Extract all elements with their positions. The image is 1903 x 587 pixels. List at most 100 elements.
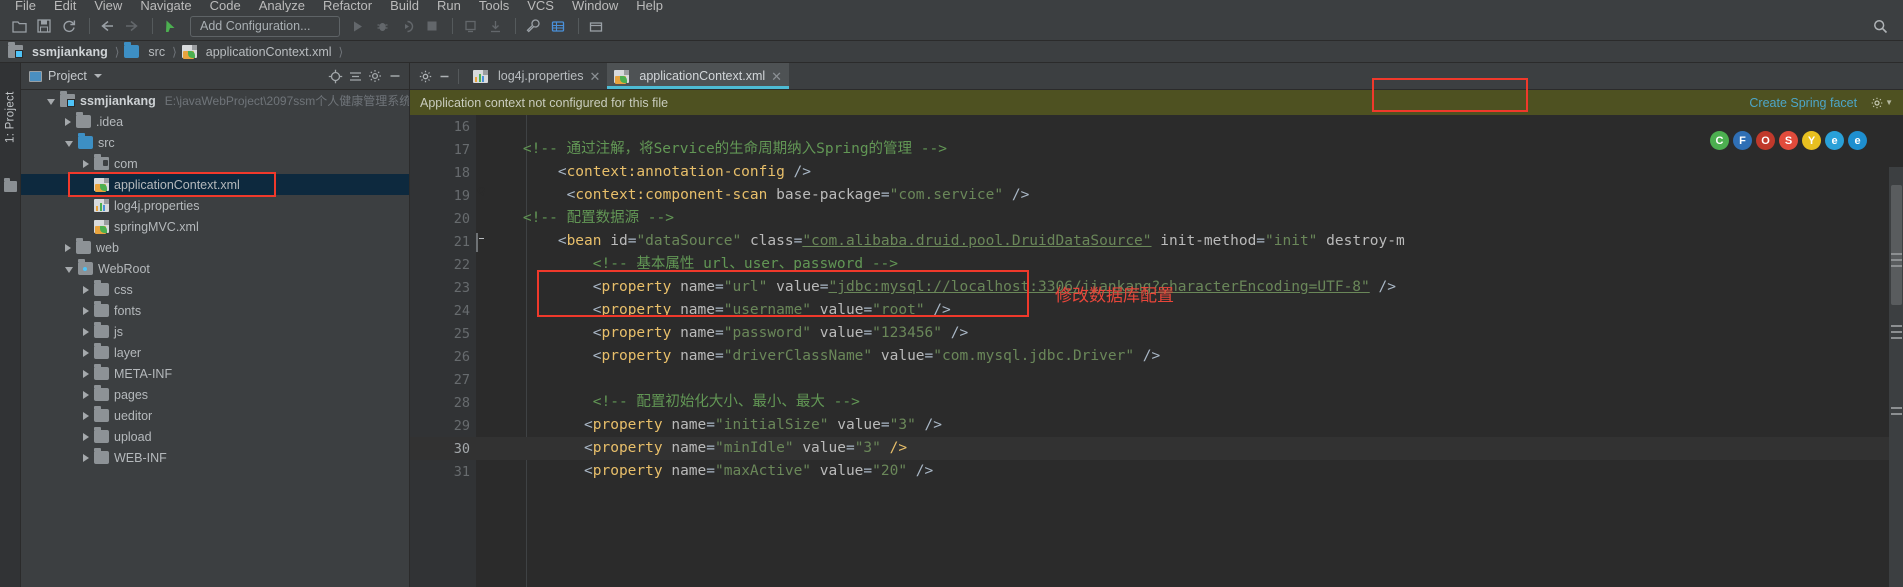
menu-item-refactor[interactable]: Refactor bbox=[314, 0, 381, 12]
chevron-collapsed-icon[interactable] bbox=[65, 117, 71, 126]
menu-item-window[interactable]: Window bbox=[563, 0, 627, 12]
browser-preview-toolbar[interactable]: C F O S Y e e bbox=[1710, 131, 1867, 150]
search-icon[interactable] bbox=[1869, 15, 1891, 37]
tree-row-fonts[interactable]: fonts bbox=[21, 300, 409, 321]
tree-row-idea[interactable]: .idea bbox=[21, 111, 409, 132]
menu-item-code[interactable]: Code bbox=[201, 0, 250, 12]
opera-icon[interactable]: O bbox=[1756, 131, 1775, 150]
chevron-collapsed-icon[interactable] bbox=[83, 159, 89, 168]
breadcrumb-item-src[interactable]: src bbox=[124, 42, 165, 59]
chevron-expanded-icon[interactable] bbox=[65, 140, 73, 147]
menu-item-navigate[interactable]: Navigate bbox=[131, 0, 200, 12]
tree-row-springmvc-xml[interactable]: springMVC.xml bbox=[21, 216, 409, 237]
chevron-collapsed-icon[interactable] bbox=[83, 348, 89, 357]
menu-item-run[interactable]: Run bbox=[428, 0, 470, 12]
tree-row-ueditor[interactable]: ueditor bbox=[21, 405, 409, 426]
tree-row-web[interactable]: web bbox=[21, 237, 409, 258]
chevron-down-icon[interactable]: ▼ bbox=[1885, 98, 1893, 107]
editor-tab-applicationcontext-xml[interactable]: applicationContext.xml ✕ bbox=[607, 63, 790, 89]
editor-tab-log4j-properties[interactable]: log4j.properties ✕ bbox=[466, 63, 608, 89]
tree-row-web-inf[interactable]: WEB-INF bbox=[21, 447, 409, 468]
breadcrumb-item-project[interactable]: ssmjiankang bbox=[8, 42, 108, 59]
tree-row-js[interactable]: js bbox=[21, 321, 409, 342]
add-configuration-button[interactable]: Add Configuration... bbox=[190, 15, 340, 37]
yandex-icon[interactable]: Y bbox=[1802, 131, 1821, 150]
chevron-collapsed-icon[interactable] bbox=[65, 243, 71, 252]
editor-marker-bar[interactable] bbox=[1889, 167, 1903, 587]
marker-stripe[interactable] bbox=[1891, 265, 1902, 267]
scrollbar-thumb[interactable] bbox=[1891, 185, 1902, 305]
menu-item-file[interactable]: File bbox=[6, 0, 45, 12]
chevron-collapsed-icon[interactable] bbox=[83, 453, 89, 462]
tree-row-css[interactable]: css bbox=[21, 279, 409, 300]
database-icon[interactable] bbox=[547, 15, 569, 37]
tree-row-upload[interactable]: upload bbox=[21, 426, 409, 447]
chevron-expanded-icon[interactable] bbox=[47, 98, 55, 105]
menu-item-build[interactable]: Build bbox=[381, 0, 428, 12]
marker-stripe[interactable] bbox=[1891, 407, 1902, 409]
code-content[interactable]: <!-- 通过注解，将Service的生命周期纳入Spring的管理 --> <… bbox=[476, 115, 1903, 587]
chevron-collapsed-icon[interactable] bbox=[83, 390, 89, 399]
chevron-expanded-icon[interactable] bbox=[65, 266, 73, 273]
locate-target-icon[interactable] bbox=[325, 66, 345, 86]
marker-stripe[interactable] bbox=[1891, 259, 1902, 261]
update-icon[interactable] bbox=[484, 15, 506, 37]
menu-item-vcs[interactable]: VCS bbox=[518, 0, 563, 12]
chevron-down-icon[interactable] bbox=[93, 74, 102, 78]
tree-row-ssmjiankang[interactable]: ssmjiankang E:\javaWebProject\2097ssm个人健… bbox=[21, 90, 409, 111]
chevron-collapsed-icon[interactable] bbox=[83, 432, 89, 441]
stop-icon[interactable] bbox=[421, 15, 443, 37]
code-editor[interactable]: 16 17 18 19 20 21 22 23 24 25 26 27 28 2… bbox=[410, 115, 1903, 587]
wrench-icon[interactable] bbox=[522, 15, 544, 37]
menu-item-analyze[interactable]: Analyze bbox=[250, 0, 314, 12]
tree-row-com[interactable]: com bbox=[21, 153, 409, 174]
cursor-icon[interactable] bbox=[159, 15, 181, 37]
chevron-collapsed-icon[interactable] bbox=[83, 411, 89, 420]
save-icon[interactable] bbox=[33, 15, 55, 37]
chevron-collapsed-icon[interactable] bbox=[83, 306, 89, 315]
run-icon[interactable] bbox=[346, 15, 368, 37]
build-icon[interactable] bbox=[459, 15, 481, 37]
structure-icon[interactable] bbox=[4, 178, 17, 192]
marker-stripe[interactable] bbox=[1891, 331, 1902, 333]
minimize-icon[interactable] bbox=[435, 67, 454, 86]
marker-stripe[interactable] bbox=[1891, 337, 1902, 339]
package-icon[interactable] bbox=[585, 15, 607, 37]
chevron-collapsed-icon[interactable] bbox=[83, 369, 89, 378]
chevron-collapsed-icon[interactable] bbox=[83, 285, 89, 294]
back-arrow-icon[interactable] bbox=[96, 15, 118, 37]
safari-icon[interactable]: S bbox=[1779, 131, 1798, 150]
tree-row-webroot[interactable]: WebRoot bbox=[21, 258, 409, 279]
forward-arrow-icon[interactable] bbox=[121, 15, 143, 37]
breadcrumb-item-file[interactable]: applicationContext.xml bbox=[181, 45, 332, 59]
chevron-collapsed-icon[interactable] bbox=[83, 327, 89, 336]
menu-item-tools[interactable]: Tools bbox=[470, 0, 518, 12]
marker-stripe[interactable] bbox=[1891, 325, 1902, 327]
gear-icon[interactable] bbox=[365, 66, 385, 86]
tree-row-layer[interactable]: layer bbox=[21, 342, 409, 363]
banner-settings-button[interactable]: ▼ bbox=[1871, 97, 1893, 109]
menu-item-help[interactable]: Help bbox=[627, 0, 672, 12]
ie-icon[interactable]: e bbox=[1825, 131, 1844, 150]
menu-item-edit[interactable]: Edit bbox=[45, 0, 85, 12]
tree-row-log4j-properties[interactable]: log4j.properties bbox=[21, 195, 409, 216]
marker-stripe[interactable] bbox=[1891, 253, 1902, 255]
tree-row-pages[interactable]: pages bbox=[21, 384, 409, 405]
editor-gutter[interactable]: 16 17 18 19 20 21 22 23 24 25 26 27 28 2… bbox=[410, 115, 478, 587]
menu-item-view[interactable]: View bbox=[85, 0, 131, 12]
open-folder-icon[interactable] bbox=[8, 15, 30, 37]
marker-stripe[interactable] bbox=[1891, 413, 1902, 415]
sync-icon[interactable] bbox=[58, 15, 80, 37]
gear-icon[interactable] bbox=[416, 67, 435, 86]
minimize-icon[interactable] bbox=[385, 66, 405, 86]
close-icon[interactable]: ✕ bbox=[771, 70, 782, 83]
tool-window-tab-project[interactable]: 1: Project bbox=[0, 69, 21, 165]
create-spring-facet-link[interactable]: Create Spring facet bbox=[1749, 96, 1857, 110]
tree-row-applicationcontext-xml[interactable]: applicationContext.xml bbox=[21, 174, 409, 195]
collapse-all-icon[interactable] bbox=[345, 66, 365, 86]
close-icon[interactable]: ✕ bbox=[589, 70, 600, 83]
debug-icon[interactable] bbox=[371, 15, 393, 37]
tree-row-meta-inf[interactable]: META-INF bbox=[21, 363, 409, 384]
firefox-icon[interactable]: F bbox=[1733, 131, 1752, 150]
tree-row-src[interactable]: src bbox=[21, 132, 409, 153]
